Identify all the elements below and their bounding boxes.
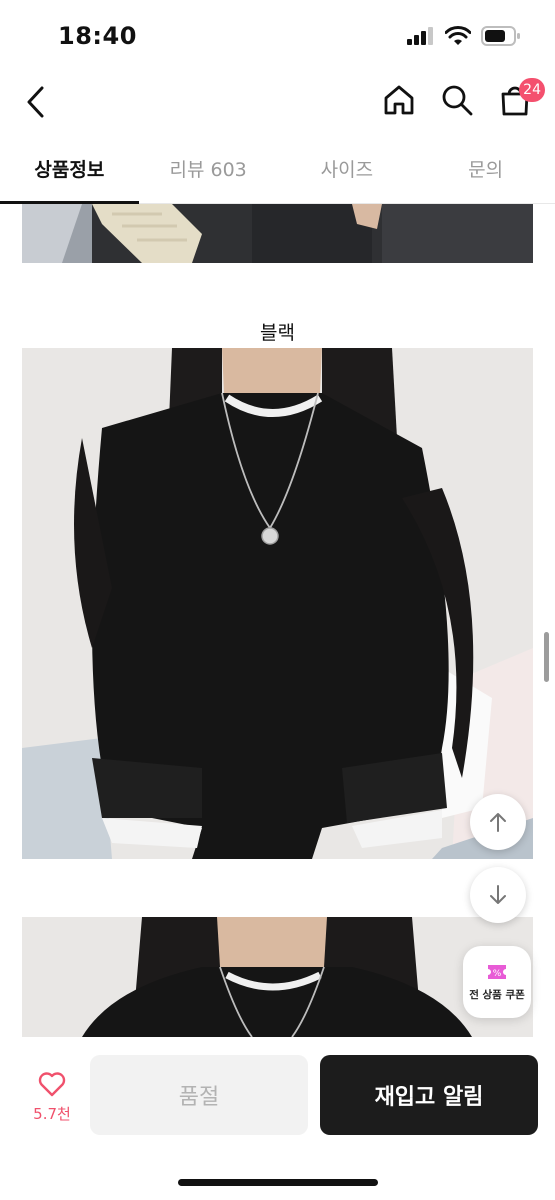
nav-actions: 24	[381, 78, 545, 120]
home-indicator[interactable]	[178, 1179, 378, 1186]
home-icon	[384, 85, 414, 115]
top-nav-bar: 24	[0, 72, 555, 132]
product-tabs: 상품정보 리뷰 603 사이즈 문의	[0, 140, 555, 204]
tab-product-info[interactable]: 상품정보	[0, 140, 139, 204]
tab-inquiry[interactable]: 문의	[416, 140, 555, 203]
arrow-up-icon	[490, 813, 506, 832]
scroll-indicator[interactable]	[544, 632, 549, 682]
all-products-coupon-button[interactable]: % 전 상품 쿠폰	[463, 946, 531, 1018]
product-image-black-sweater	[22, 348, 533, 859]
heart-icon	[38, 1072, 66, 1097]
battery-icon	[481, 26, 520, 46]
tab-reviews[interactable]: 리뷰 603	[139, 140, 278, 203]
search-button[interactable]	[439, 80, 475, 120]
back-button[interactable]	[18, 80, 54, 124]
cellular-signal-icon	[407, 27, 433, 45]
tab-size[interactable]: 사이즈	[278, 140, 417, 203]
like-count: 5.7천	[33, 1105, 71, 1123]
coupon-label: 전 상품 쿠폰	[469, 988, 525, 1001]
cart-count-badge: 24	[519, 78, 545, 102]
soldout-button[interactable]: 품절	[90, 1055, 308, 1135]
svg-text:%: %	[493, 969, 502, 979]
arrow-down-icon	[490, 885, 506, 904]
search-icon	[442, 85, 473, 116]
product-image-previous	[22, 204, 533, 263]
scroll-to-bottom-button[interactable]	[470, 867, 526, 923]
status-time: 18:40	[58, 22, 137, 50]
status-icons	[407, 26, 521, 46]
wifi-icon	[445, 26, 471, 45]
cart-button[interactable]: 24	[497, 78, 545, 120]
product-image-next	[22, 917, 533, 1037]
like-button[interactable]: 5.7천	[22, 1071, 82, 1124]
color-caption: 블랙	[260, 322, 295, 344]
home-button[interactable]	[381, 80, 417, 120]
restock-alert-button[interactable]: 재입고 알림	[320, 1055, 538, 1135]
status-bar: 18:40	[0, 0, 555, 72]
coupon-icon: %	[488, 964, 506, 979]
scroll-to-top-button[interactable]	[470, 794, 526, 850]
bottom-action-bar: 5.7천 품절 재입고 알림	[0, 1037, 555, 1200]
chevron-left-icon	[27, 86, 44, 118]
